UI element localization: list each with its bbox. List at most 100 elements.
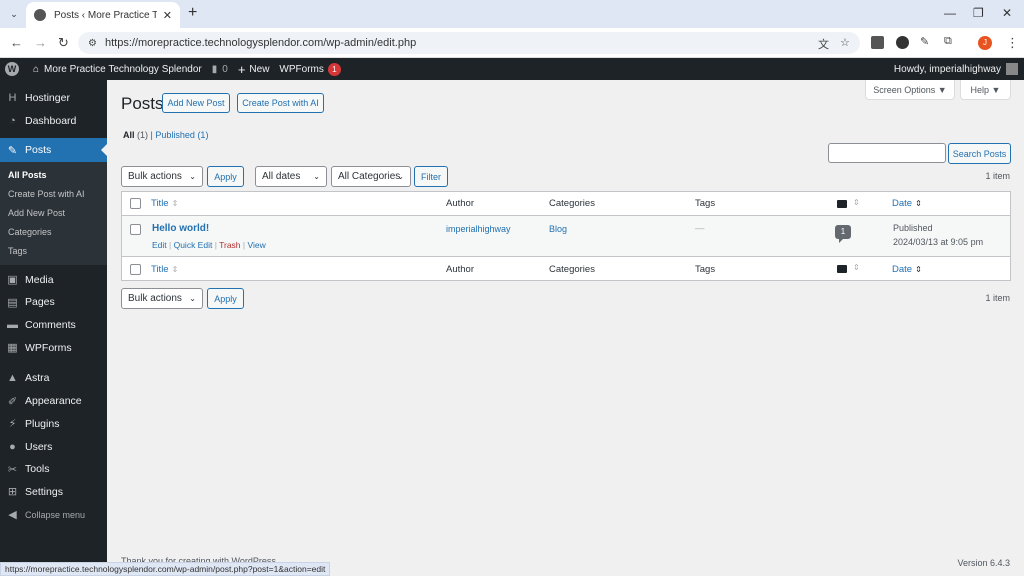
select-all-checkbox[interactable] (130, 198, 141, 209)
sidebar-item-plugins[interactable]: ⚡ Plugins (0, 413, 107, 436)
filter-button[interactable]: Filter (414, 166, 448, 187)
address-bar[interactable]: ⚙ https://morepractice.technologysplendo… (78, 32, 860, 54)
new-content-link[interactable]: + New (238, 62, 270, 77)
sidebar-item-tools[interactable]: ✂ Tools (0, 458, 107, 481)
settings-icon: ⊞ (7, 486, 18, 499)
category-link[interactable]: Blog (549, 224, 567, 234)
plus-icon: + (237, 61, 246, 77)
wpforms-link[interactable]: WPForms 1 (279, 62, 341, 76)
add-new-post-button[interactable]: Add New Post (162, 93, 230, 113)
bulk-actions-select-bottom[interactable]: Bulk actions ⌄ (121, 288, 203, 309)
browser-tab[interactable]: Posts ‹ More Practice Technology Splendo… (26, 2, 180, 28)
sidebar-item-dashboard[interactable]: ◔ Dashboard (0, 110, 107, 133)
sort-icon: ⇕ (853, 263, 860, 272)
apply-button-bottom[interactable]: Apply (207, 288, 244, 309)
row-checkbox[interactable] (130, 224, 141, 235)
submenu-categories[interactable]: Categories (0, 223, 107, 242)
comments-column-icon[interactable] (837, 200, 847, 208)
sidebar-item-appearance[interactable]: ✐ Appearance (0, 390, 107, 413)
submenu-tags[interactable]: Tags (0, 242, 107, 261)
sidebar-item-settings[interactable]: ⊞ Settings (0, 481, 107, 504)
sidebar-item-pages[interactable]: ▤ Pages (0, 291, 107, 314)
posts-submenu: All Posts Create Post with AI Add New Po… (0, 162, 107, 266)
appearance-icon: ✐ (7, 395, 18, 408)
select-all-checkbox-footer[interactable] (130, 263, 141, 275)
screen-options-button[interactable]: Screen Options ▼ (865, 80, 955, 100)
reload-button[interactable]: ↻ (58, 35, 69, 51)
tab-title: Posts ‹ More Practice Technology Splendo… (54, 9, 157, 21)
browser-menu-icon[interactable]: ⋮ (1006, 35, 1019, 51)
table-header: Title ⇕ Author Categories Tags ⇕ Date ⇕ (122, 192, 1010, 216)
dashboard-icon: ◔ (9, 115, 16, 128)
extensions-puzzle-icon[interactable]: ⧉ (944, 35, 952, 48)
new-tab-button[interactable]: + (188, 4, 197, 22)
column-date-sort-footer[interactable]: Date ⇕ (892, 264, 922, 275)
bulk-actions-select-top[interactable]: Bulk actions ⌄ (121, 166, 203, 187)
chevron-down-icon: ⌄ (313, 172, 320, 181)
table-footer: Title ⇕ Author Categories Tags ⇕ Date ⇕ (122, 257, 1010, 281)
column-date-sort[interactable]: Date ⇕ (892, 198, 922, 209)
translate-icon[interactable]: 文 (818, 36, 829, 52)
minimize-button[interactable]: — (944, 6, 956, 20)
author-link[interactable]: imperialhighway (446, 224, 511, 234)
sidebar-item-hostinger[interactable]: H Hostinger (0, 87, 107, 110)
trash-link[interactable]: Trash (219, 240, 240, 250)
pages-icon: ▤ (7, 296, 18, 309)
comments-column-icon[interactable] (837, 265, 847, 273)
sort-icon: ⇕ (171, 199, 179, 208)
bookmark-star-icon[interactable]: ☆ (840, 36, 850, 49)
back-button[interactable]: ← (10, 35, 23, 50)
close-window-button[interactable]: ✕ (1002, 6, 1012, 20)
post-title-link[interactable]: Hello world! (152, 223, 209, 234)
submenu-all-posts[interactable]: All Posts (0, 166, 107, 185)
column-author: Author (446, 198, 474, 209)
notification-badge: 1 (327, 62, 341, 76)
categories-filter-select[interactable]: All Categories ⌄ (331, 166, 411, 187)
column-title-sort-footer[interactable]: Title ⇕ (151, 264, 178, 275)
submenu-create-post-ai[interactable]: Create Post with AI (0, 185, 107, 204)
sidebar-item-astra[interactable]: ▲ Astra (0, 367, 107, 390)
quick-edit-link[interactable]: Quick Edit (174, 240, 213, 250)
tab-search-button[interactable]: ⌄ (6, 6, 22, 22)
site-name-link[interactable]: ⌂ More Practice Technology Splendor (33, 64, 202, 75)
eyedropper-extension-icon[interactable]: ✎ (920, 35, 929, 48)
wpforms-icon: ▦ (7, 342, 18, 355)
sort-icon: ⇕ (171, 264, 179, 274)
sidebar-item-media[interactable]: ▣ Media (0, 268, 107, 291)
edit-link[interactable]: Edit (152, 240, 167, 250)
dates-filter-select[interactable]: All dates ⌄ (255, 166, 327, 187)
restore-button[interactable]: ❐ (973, 6, 984, 20)
comments-link[interactable]: ▮ 0 (212, 64, 228, 75)
site-info-icon[interactable]: ⚙ (88, 38, 97, 49)
sidebar-item-posts[interactable]: ✎ Posts (0, 138, 107, 163)
apply-button-top[interactable]: Apply (207, 166, 244, 187)
wordpress-logo-icon[interactable]: W (5, 62, 19, 76)
collapse-menu-button[interactable]: ◀ Collapse menu (0, 503, 107, 526)
main-content: Screen Options ▼ Help ▼ Posts Add New Po… (107, 80, 1024, 576)
my-account-link[interactable]: Howdy, imperialhighway (894, 58, 1018, 80)
create-post-ai-button[interactable]: Create Post with AI (237, 93, 324, 113)
filter-all[interactable]: All (123, 130, 135, 140)
extension-k-icon[interactable] (896, 36, 909, 49)
media-icon: ▣ (7, 274, 18, 287)
sidebar-item-wpforms[interactable]: ▦ WPForms (0, 336, 107, 359)
comment-count-bubble[interactable]: 1 (835, 225, 851, 243)
sidebar-item-users[interactable]: ● Users (0, 435, 107, 458)
column-title-sort[interactable]: Title ⇕ (151, 198, 178, 209)
table-row: Hello world! Edit | Quick Edit | Trash |… (122, 216, 1010, 257)
close-tab-icon[interactable]: ✕ (163, 9, 172, 22)
sidebar-item-comments[interactable]: ▬ Comments (0, 314, 107, 337)
extension-m-icon[interactable] (871, 36, 884, 49)
search-posts-button[interactable]: Search Posts (948, 143, 1011, 164)
chevron-down-icon: ⌄ (397, 172, 404, 181)
collapse-icon: ◀ (8, 509, 17, 522)
column-categories: Categories (549, 198, 595, 209)
browser-status-bar: https://morepractice.technologysplendor.… (0, 562, 331, 576)
help-button[interactable]: Help ▼ (960, 80, 1011, 100)
forward-button[interactable]: → (34, 35, 47, 50)
profile-avatar[interactable]: J (978, 36, 992, 50)
filter-published[interactable]: Published (155, 130, 195, 140)
view-link[interactable]: View (247, 240, 265, 250)
submenu-add-new-post[interactable]: Add New Post (0, 204, 107, 223)
search-posts-input[interactable] (828, 143, 946, 163)
